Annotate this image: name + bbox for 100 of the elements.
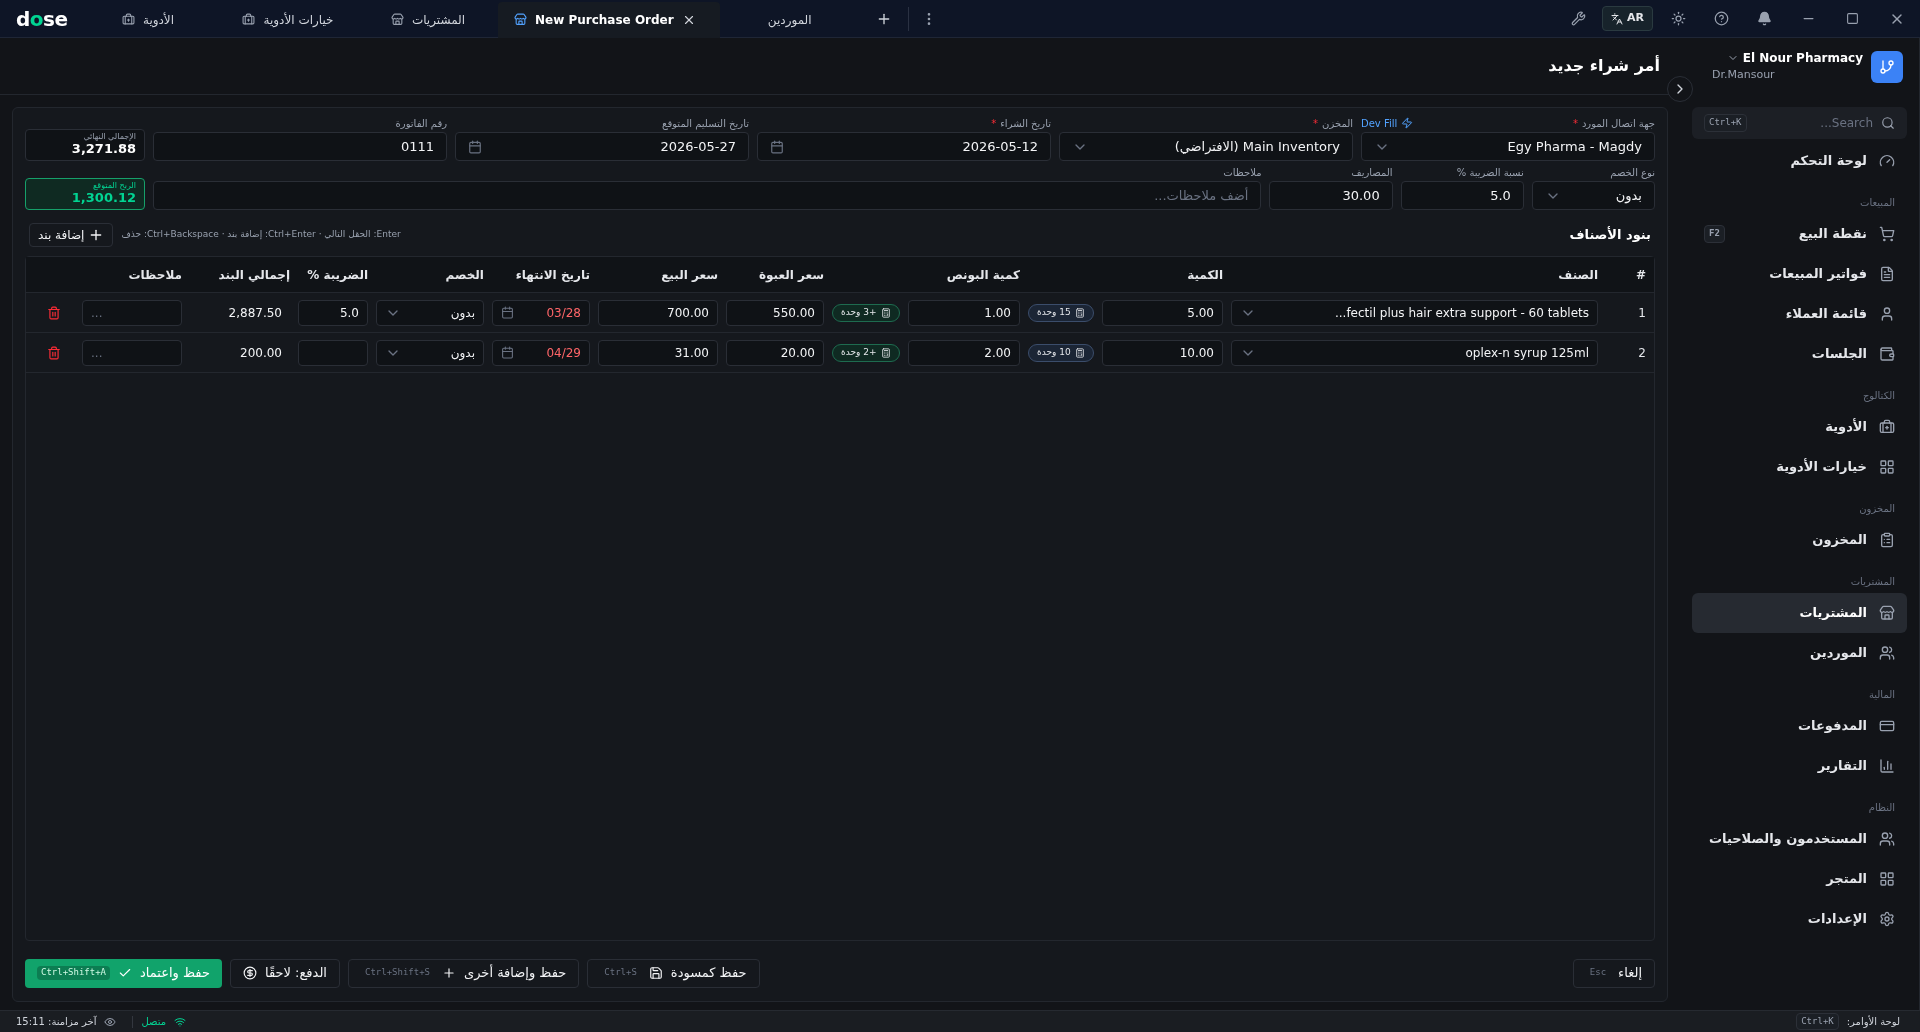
nav-item[interactable]: الأدوية [1692,407,1907,447]
table-input[interactable] [298,339,368,366]
tab[interactable]: المشتريات [358,1,498,38]
table-input[interactable]: ... [82,339,182,366]
table-input[interactable]: 10.00 [1101,339,1223,366]
language-button[interactable]: AR [1602,6,1653,31]
nav-group-title: المبيعات [1859,196,1896,210]
nav-item[interactable]: المدفوعات [1692,706,1907,746]
delete-icon[interactable] [47,345,61,360]
tab[interactable]: New Purchase Order [498,1,720,38]
wrench-icon[interactable] [1571,11,1586,26]
nav-item[interactable]: لوحة التحكم [1692,141,1907,181]
nav-icon [1879,532,1895,548]
select-field[interactable]: Main Inventory (الافتراضي) [1059,132,1353,161]
table-input[interactable]: 5.00 [1101,299,1223,326]
required-mark: * [1313,116,1319,131]
table-input[interactable]: ...fectil plus hair extra support - 60 tablets [1231,299,1598,326]
nav-icon [1879,346,1895,362]
branch-badge[interactable] [1871,50,1903,83]
sync-icon [104,1015,117,1028]
tab[interactable]: خيارات الأدوية [218,1,358,38]
theme-icon[interactable] [1671,11,1686,26]
nav-icon [1879,153,1895,169]
payment-button[interactable]: الدفع: لاحقًا [229,958,340,988]
nav-item[interactable]: المتجر [1692,859,1907,899]
nav-group-title: المخزون [1858,502,1896,517]
table-input[interactable]: 2.00 [907,339,1020,366]
keyboard-hint: Enter: الحقل التالي · Ctrl+Enter: إضافة بند · Ctrl+Backspace: حذف [121,228,401,242]
wifi-icon [174,1015,187,1028]
table-input[interactable]: 700.00 [598,299,718,326]
page-title: أمر شراء جديد [1548,54,1660,77]
pharmacy-name[interactable]: El Nour Pharmacy [1742,49,1863,68]
help-icon[interactable] [1714,11,1729,26]
delete-icon[interactable] [47,305,61,320]
nav-item[interactable]: قائمة العملاء [1692,294,1907,334]
nav-icon [1879,459,1895,475]
field-label: المصاريف [1351,165,1393,180]
column-header: سعر العبوة [757,266,824,284]
nav-group-title: المشتريات [1849,575,1896,589]
nav-item[interactable]: خيارات الأدوية [1692,447,1907,487]
table-input[interactable]: 550.00 [726,299,824,326]
maximize-icon[interactable] [1846,12,1859,25]
connection-status: متصل [141,1015,167,1029]
field-label: نوع الخصم [1610,165,1655,180]
table-input[interactable]: بدون [376,339,484,366]
translate-icon [1611,12,1623,25]
nav-item[interactable]: فواتير المبيعات [1692,254,1907,294]
tab[interactable]: الأدوية [78,1,218,38]
sync-status: آخر مزامنة: 15:11 [16,1014,97,1029]
collapse-button[interactable] [1667,76,1693,102]
table-input[interactable]: 1.00 [907,299,1020,326]
nav-item[interactable]: الموردين [1692,633,1907,673]
select-field[interactable]: بدون [1531,181,1655,210]
input-field[interactable]: 30.00 [1269,181,1393,210]
table-input[interactable]: 31.00 [598,339,718,366]
field-label: جهة اتصال المورد [1581,116,1655,131]
field-label: رقم الفاتورة [395,116,447,131]
nav-icon [1879,306,1895,322]
date-field[interactable]: 2026-05-27 [455,132,749,161]
nav-item[interactable]: التقارير [1692,746,1907,786]
column-header: الصنف [1557,266,1598,284]
store-icon [390,13,404,26]
nav-icon [1879,831,1895,847]
notification-icon[interactable] [1757,11,1772,26]
date-field[interactable]: 2026-05-12 [757,132,1051,161]
column-header: ملاحظات [127,266,182,284]
column-header: الكمية [1186,266,1223,284]
add-item-button[interactable]: إضافة بند [29,223,114,247]
search-icon [1881,116,1895,130]
nav-item[interactable]: الإعدادات [1692,899,1907,939]
table-input[interactable]: 04/29 [492,339,590,366]
table-input[interactable]: ... [82,299,182,326]
table-input[interactable]: 03/28 [492,299,590,326]
nav-item[interactable]: الجلسات [1692,334,1907,374]
input-field[interactable]: أضف ملاحظات... [153,181,1262,210]
nav-item[interactable]: المشتريات [1692,593,1907,633]
column-header: سعر البيع [660,266,718,284]
unit-badge: 15 وحدة [1028,303,1094,322]
shortcut-key: F2 [1704,225,1725,243]
table-input[interactable]: بدون [376,299,484,326]
table-input[interactable]: 20.00 [726,339,824,366]
table-input[interactable]: oplex-n syrup 125ml [1231,339,1598,366]
section-title: بنود الأصناف [1569,225,1651,245]
tab[interactable]: الموردين [719,1,860,38]
select-field[interactable]: Egy Pharma - Magdy [1361,132,1655,161]
nav-item[interactable]: المخزون [1692,520,1907,560]
required-mark: * [991,116,997,131]
search-field[interactable]: Ctrl+K Search... [1692,107,1907,139]
shortcut-key: Ctrl+K [1796,1012,1839,1031]
column-header: # [1634,266,1646,284]
input-field[interactable]: 5.0 [1400,181,1524,210]
calendar-icon [770,139,784,154]
nav-icon [1879,226,1895,242]
user-name: Dr.Mansour [1712,67,1775,84]
field-label: ملاحظات [1223,165,1262,180]
dev-fill-link[interactable]: Dev Fill [1361,115,1398,131]
table-input[interactable]: 5.0 [298,299,368,326]
nav-item[interactable]: المستخدمون والصلاحيات [1692,819,1907,859]
input-field[interactable]: 0111 [153,132,447,161]
field-label: تاريخ الشراء [1000,116,1051,131]
